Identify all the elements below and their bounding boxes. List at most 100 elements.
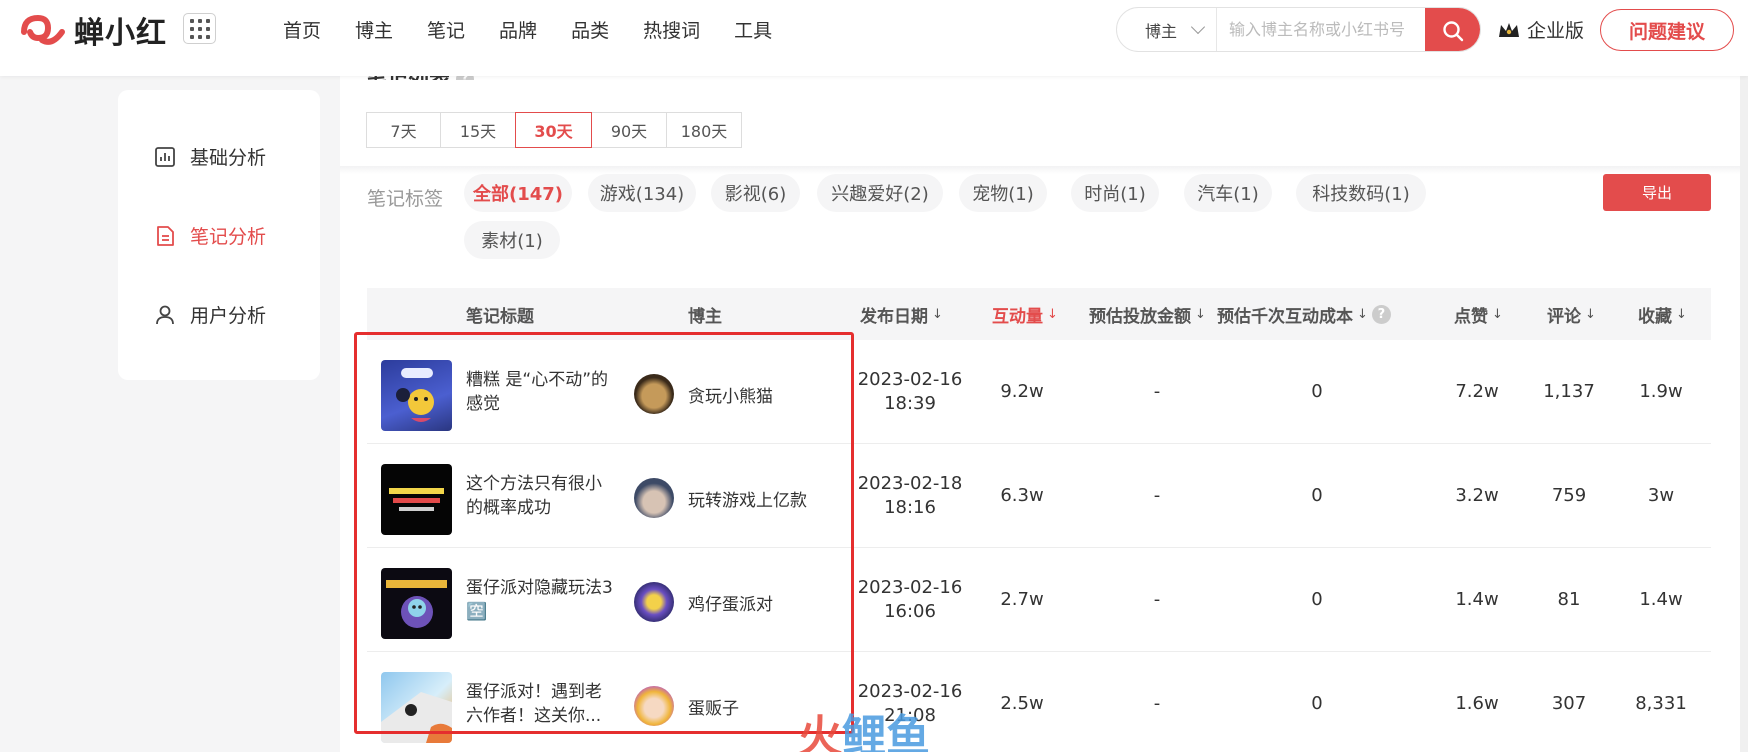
logo-text: 蝉小红	[74, 16, 167, 51]
apps-grid-button[interactable]	[183, 13, 216, 44]
search-bar: 博主	[1116, 7, 1481, 52]
tag-auto[interactable]: 汽车(1)	[1184, 174, 1272, 212]
table-row[interactable]: 蛋仔派对隐藏玩法3🈳 鸡仔蛋派对 2023-02-16 16:06 2.7w - …	[367, 548, 1711, 652]
note-title[interactable]: 糟糕 是“心不动”的感觉	[466, 368, 616, 416]
top-header: 蝉小红 首页 博主 笔记 品牌 品类 热搜词 工具 博主 企业版 问题建议	[0, 0, 1748, 76]
col-header-est-amount[interactable]: 预估投放金额 ↓	[1089, 288, 1206, 340]
note-thumbnail[interactable]	[381, 464, 452, 535]
tag-pets[interactable]: 宠物(1)	[959, 174, 1047, 212]
note-thumbnail[interactable]	[381, 568, 452, 639]
avatar[interactable]	[634, 374, 674, 414]
col-header-blogger: 博主	[688, 306, 722, 327]
blogger-name[interactable]: 鸡仔蛋派对	[688, 590, 773, 615]
table-row[interactable]: 蛋仔派对！遇到老六作者！这关你... 蛋贩子 2023-02-16 21:08 2…	[367, 652, 1711, 752]
nav-tools[interactable]: 工具	[734, 16, 772, 43]
note-thumbnail[interactable]	[381, 672, 452, 743]
sort-arrow-icon: ↓	[1492, 306, 1503, 322]
tag-games[interactable]: 游戏(134)	[588, 174, 696, 212]
col-header-est-cpm[interactable]: 预估千次互动成本 ↓?	[1217, 288, 1391, 340]
watermark: 火鲤鱼	[798, 711, 930, 752]
tag-tech[interactable]: 科技数码(1)	[1296, 174, 1426, 212]
nav-home[interactable]: 首页	[283, 16, 321, 43]
favorites-cell: 1.4w	[1639, 589, 1683, 610]
range-tab-7d[interactable]: 7天	[366, 112, 441, 148]
blogger-name[interactable]: 玩转游戏上亿款	[688, 486, 807, 511]
page-scrollbar[interactable]	[1740, 76, 1748, 752]
col-header-favorites[interactable]: 收藏 ↓	[1638, 288, 1687, 340]
tag-film[interactable]: 影视(6)	[711, 174, 800, 212]
search-type-select[interactable]: 博主	[1117, 8, 1217, 51]
est-amount-cell: -	[1153, 485, 1161, 506]
likes-cell: 1.6w	[1455, 693, 1499, 714]
export-button[interactable]: 导出	[1603, 174, 1711, 211]
comments-cell: 81	[1557, 589, 1581, 610]
interaction-cell: 2.5w	[1000, 693, 1044, 714]
est-amount-cell: -	[1153, 589, 1161, 610]
note-title[interactable]: 蛋仔派对！遇到老六作者！这关你...	[466, 680, 616, 728]
sort-arrow-icon: ↓	[1676, 306, 1687, 322]
nav-blogger[interactable]: 博主	[355, 16, 393, 43]
note-cover-image	[389, 488, 444, 511]
help-icon[interactable]: ?	[1371, 304, 1391, 324]
tag-material[interactable]: 素材(1)	[464, 221, 560, 259]
col-header-comments[interactable]: 评论 ↓	[1547, 288, 1596, 340]
note-title[interactable]: 蛋仔派对隐藏玩法3🈳	[466, 576, 616, 624]
nav-category[interactable]: 品类	[571, 16, 609, 43]
enterprise-link[interactable]: 企业版	[1497, 16, 1584, 43]
crown-icon	[1499, 22, 1519, 37]
range-tab-30d[interactable]: 30天	[515, 112, 592, 148]
note-title[interactable]: 这个方法只有很小的概率成功	[466, 472, 616, 520]
nav-hot-search[interactable]: 热搜词	[643, 16, 700, 43]
section-divider	[340, 166, 1748, 174]
search-button[interactable]	[1425, 8, 1480, 51]
sort-arrow-icon: ↓	[932, 306, 943, 322]
sidebar-item-label: 用户分析	[190, 305, 267, 327]
logo[interactable]: 蝉小红	[18, 8, 167, 52]
table-header: 笔记标题 博主 发布日期 ↓ 互动量 ↓ 预估投放金额 ↓ 预估千次互动成本 ↓? 点赞…	[367, 288, 1711, 340]
col-header-interaction[interactable]: 互动量 ↓	[992, 288, 1058, 340]
range-tab-180d[interactable]: 180天	[666, 112, 742, 148]
search-icon	[1442, 20, 1463, 41]
avatar[interactable]	[634, 478, 674, 518]
note-thumbnail[interactable]	[381, 360, 452, 431]
favorites-cell: 3w	[1647, 485, 1675, 506]
bar-chart-icon	[155, 146, 175, 167]
likes-cell: 7.2w	[1455, 381, 1499, 402]
range-tab-90d[interactable]: 90天	[591, 112, 667, 148]
table-row[interactable]: 糟糕 是“心不动”的感觉 贪玩小熊猫 2023-02-16 18:39 9.2w …	[367, 340, 1711, 444]
sidebar-item-user-analysis[interactable]: 用户分析	[154, 301, 266, 328]
range-tab-15d[interactable]: 15天	[440, 112, 516, 148]
sidebar-item-basic-analysis[interactable]: 基础分析	[154, 143, 266, 170]
blogger-name[interactable]: 蛋贩子	[688, 694, 739, 719]
nav-notes[interactable]: 笔记	[427, 16, 465, 43]
tag-hobby[interactable]: 兴趣爱好(2)	[817, 174, 943, 212]
search-type-label: 博主	[1145, 21, 1178, 41]
avatar[interactable]	[634, 686, 674, 726]
likes-cell: 1.4w	[1455, 589, 1499, 610]
col-header-date[interactable]: 发布日期 ↓	[860, 288, 943, 340]
col-header-likes[interactable]: 点赞 ↓	[1454, 288, 1503, 340]
blogger-name[interactable]: 贪玩小熊猫	[688, 382, 773, 407]
note-cover-image	[386, 580, 447, 628]
nav-brand[interactable]: 品牌	[499, 16, 537, 43]
sort-arrow-icon: ↓	[1047, 306, 1058, 322]
interaction-cell: 6.3w	[1000, 485, 1044, 506]
interaction-cell: 2.7w	[1000, 589, 1044, 610]
est-cpm-cell: 0	[1311, 589, 1323, 610]
tag-fashion[interactable]: 时尚(1)	[1071, 174, 1159, 212]
enterprise-label: 企业版	[1527, 20, 1585, 42]
sidebar-item-label: 基础分析	[190, 147, 267, 169]
sort-arrow-icon: ↓	[1585, 306, 1596, 322]
comments-cell: 759	[1551, 485, 1587, 506]
sort-arrow-icon: ↓	[1195, 306, 1206, 322]
table-row[interactable]: 这个方法只有很小的概率成功 玩转游戏上亿款 2023-02-18 18:16 6.…	[367, 444, 1711, 548]
feedback-button[interactable]: 问题建议	[1600, 9, 1734, 51]
search-input[interactable]	[1217, 20, 1417, 39]
document-icon	[157, 225, 174, 246]
tag-all[interactable]: 全部(147)	[464, 174, 572, 212]
favorites-cell: 1.9w	[1639, 381, 1683, 402]
sidebar-item-note-analysis[interactable]: 笔记分析	[154, 222, 266, 249]
avatar[interactable]	[634, 582, 674, 622]
sidebar-item-label: 笔记分析	[190, 226, 267, 248]
interaction-cell: 9.2w	[1000, 381, 1044, 402]
